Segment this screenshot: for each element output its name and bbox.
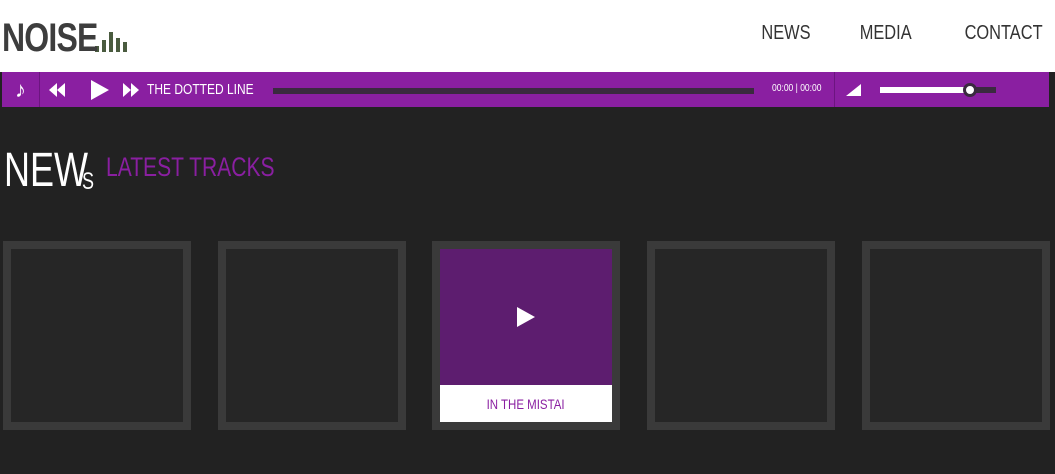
play-icon[interactable] [516,306,536,328]
nav-media[interactable]: MEDIA [860,22,912,45]
tile-label[interactable]: IN THE MISTAI [440,385,612,422]
site-header: NOISE NEWS MEDIA CONTACT [0,0,1055,72]
track-tile[interactable] [647,241,835,430]
divider [834,72,835,107]
section-title: NEW S [4,146,98,196]
music-note-icon: ♪ [2,72,40,107]
fast-forward-icon[interactable] [120,83,140,97]
logo-text: NOISE [2,16,98,60]
logo[interactable]: NOISE [2,14,127,58]
audio-player: ♪ THE DOTTED LINE 00:00 | 00:00 [2,72,1049,107]
main-nav: NEWS MEDIA CONTACT [756,22,1051,45]
track-title: THE DOTTED LINE [147,81,254,98]
track-tile[interactable] [3,241,191,430]
volume-fill [880,87,971,93]
play-icon[interactable] [88,79,110,101]
track-tile-active[interactable]: IN THE MISTAI [432,241,620,430]
nav-contact[interactable]: CONTACT [964,22,1042,45]
track-tile[interactable] [218,241,406,430]
section-subtitle[interactable]: LATEST TRACKS [106,152,275,182]
volume-slider[interactable] [880,83,996,97]
volume-knob[interactable] [963,83,978,97]
nav-news[interactable]: NEWS [762,22,811,45]
time-display: 00:00 | 00:00 [772,83,822,94]
tile-artwork[interactable] [440,249,612,385]
section-title-main: NEW [4,144,88,197]
rewind-icon[interactable] [48,83,68,97]
tile-label-text: IN THE MISTAI [486,395,566,412]
volume-icon[interactable] [846,84,861,96]
equalizer-bars-icon [95,28,127,52]
section-title-suffix: S [82,168,95,195]
progress-bar[interactable] [273,88,754,94]
track-tile[interactable] [862,241,1050,430]
